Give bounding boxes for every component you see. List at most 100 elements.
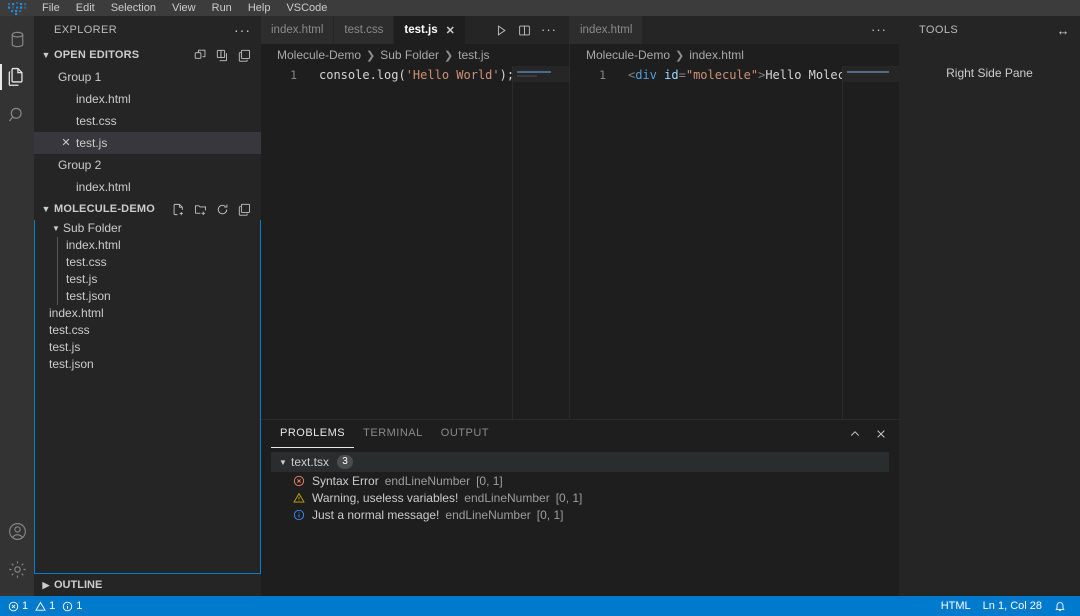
close-icon[interactable]: ✕ <box>58 132 74 154</box>
status-language-mode[interactable]: HTML <box>935 596 977 616</box>
status-bar: 1 1 1 HTML Ln 1, Col 28 <box>0 596 1080 616</box>
resize-pane-icon[interactable]: ↔ <box>1057 23 1070 38</box>
files-icon[interactable] <box>0 58 34 96</box>
tab-label: test.js <box>404 24 437 36</box>
minimap-slider[interactable] <box>843 66 899 82</box>
open-editors-group-2-label[interactable]: Group 2 <box>34 154 261 176</box>
menu-item-edit[interactable]: Edit <box>68 0 103 16</box>
menu-item-selection[interactable]: Selection <box>103 0 164 16</box>
code-text: console.log('Hello World'); <box>311 66 514 84</box>
breadcrumb-segment[interactable]: Sub Folder <box>380 48 439 62</box>
status-cursor-position[interactable]: Ln 1, Col 28 <box>977 596 1048 616</box>
folder-header[interactable]: ▼ MOLECULE-DEMO <box>34 198 261 220</box>
bell-icon[interactable] <box>1048 596 1072 616</box>
split-editor-icon[interactable] <box>216 49 229 62</box>
code-token: "molecule" <box>686 68 758 82</box>
minimap[interactable] <box>843 66 899 419</box>
editor-group-1-tabbar: index.html test.css test.js ✕ <box>261 16 569 44</box>
menu-item-view[interactable]: View <box>164 0 204 16</box>
editor-groups: index.html test.css test.js ✕ <box>261 16 899 419</box>
tree-item-test-json-root[interactable]: test.json <box>35 356 260 373</box>
minimap[interactable] <box>513 66 569 419</box>
tree-item-label: test.json <box>58 288 111 305</box>
sidebar: EXPLORER ··· ▼ OPEN EDITORS <box>34 16 261 596</box>
split-editor-icon[interactable] <box>518 24 531 37</box>
open-editor-test-js-g1[interactable]: ✕ test.js <box>34 132 261 154</box>
more-actions-icon[interactable]: ··· <box>541 25 559 35</box>
tab-index-html-g2[interactable]: index.html <box>570 16 643 44</box>
warning-icon <box>291 492 307 504</box>
collapse-all-icon[interactable] <box>238 203 251 216</box>
menu-item-run[interactable]: Run <box>204 0 240 16</box>
new-folder-icon[interactable] <box>194 203 207 216</box>
status-problems[interactable]: 1 1 1 <box>8 596 88 616</box>
run-icon[interactable] <box>495 24 508 37</box>
open-editors-group-1-label[interactable]: Group 1 <box>34 66 261 88</box>
problem-row-info[interactable]: Just a normal message! endLineNumber [0,… <box>261 506 899 523</box>
tab-terminal[interactable]: TERMINAL <box>354 420 432 448</box>
database-icon[interactable] <box>0 20 34 58</box>
editor-group-2: index.html ··· Molecule-Demo ❯ index.htm… <box>570 16 899 419</box>
refresh-icon[interactable] <box>216 203 229 216</box>
collapse-panel-icon[interactable] <box>849 428 861 440</box>
breadcrumb-segment[interactable]: Molecule-Demo <box>586 48 670 62</box>
problem-message: Just a normal message! <box>312 508 439 522</box>
tree-item-test-css-sub[interactable]: test.css <box>35 254 260 271</box>
tree-item-index-html-sub[interactable]: index.html <box>35 237 260 254</box>
code-editor-index-html[interactable]: 1 <div id="molecule">Hello Molecule</div… <box>570 66 899 419</box>
breadcrumb-segment[interactable]: Molecule-Demo <box>277 48 361 62</box>
more-actions-icon[interactable]: ··· <box>871 25 889 35</box>
account-icon[interactable] <box>0 512 34 550</box>
problem-message: Syntax Error <box>312 474 379 488</box>
molecule-logo <box>0 0 34 16</box>
open-editors-section: ▼ OPEN EDITORS <box>34 44 261 198</box>
menu-item-vscode[interactable]: VSCode <box>278 0 335 16</box>
minimap-line <box>517 75 537 77</box>
problem-message: Warning, useless variables! <box>312 491 458 505</box>
menu-item-file[interactable]: File <box>34 0 68 16</box>
editor-scroll-edge <box>512 66 513 419</box>
tab-label: index.html <box>271 24 323 36</box>
tab-index-html[interactable]: index.html <box>261 16 334 44</box>
open-editors-header[interactable]: ▼ OPEN EDITORS <box>34 44 261 66</box>
tab-test-css[interactable]: test.css <box>334 16 394 44</box>
editor-area: index.html test.css test.js ✕ <box>261 16 899 596</box>
open-editor-test-css-g1[interactable]: test.css <box>34 110 261 132</box>
save-all-icon[interactable] <box>238 49 251 62</box>
tree-item-label: Sub Folder <box>63 220 122 237</box>
tree-item-sub-folder[interactable]: ▼ Sub Folder <box>35 220 260 237</box>
tree-item-test-js-root[interactable]: test.js <box>35 339 260 356</box>
close-panel-icon[interactable] <box>875 428 887 440</box>
problems-file-name: text.tsx <box>291 455 329 469</box>
new-untitled-file-icon[interactable] <box>194 49 207 62</box>
tab-problems[interactable]: PROBLEMS <box>271 420 354 448</box>
new-file-icon[interactable] <box>172 203 185 216</box>
settings-gear-icon[interactable] <box>0 550 34 588</box>
tree-item-index-html-root[interactable]: index.html <box>35 305 260 322</box>
code-token: 'Hello World' <box>406 68 500 82</box>
tab-output[interactable]: OUTPUT <box>432 420 498 448</box>
status-bar-right: HTML Ln 1, Col 28 <box>935 596 1072 616</box>
problems-file-group[interactable]: ▼ text.tsx 3 <box>271 452 889 472</box>
code-editor-test-js[interactable]: 1 console.log('Hello World'); <box>261 66 569 419</box>
tree-item-test-css-root[interactable]: test.css <box>35 322 260 339</box>
problem-row-warning[interactable]: Warning, useless variables! endLineNumbe… <box>261 489 899 506</box>
tree-item-label: test.css <box>58 254 107 271</box>
menu-item-help[interactable]: Help <box>240 0 279 16</box>
outline-header[interactable]: ▶ OUTLINE <box>34 574 261 596</box>
search-icon[interactable] <box>0 96 34 134</box>
tab-test-js[interactable]: test.js ✕ <box>394 16 465 44</box>
close-icon[interactable]: ✕ <box>446 24 455 37</box>
tree-item-label: index.html <box>58 237 121 254</box>
breadcrumb-group-1: Molecule-Demo ❯ Sub Folder ❯ test.js <box>261 44 569 66</box>
tree-item-test-json-sub[interactable]: test.json <box>35 288 260 305</box>
open-editor-index-html-g1[interactable]: index.html <box>34 88 261 110</box>
minimap-slider[interactable] <box>513 66 569 82</box>
sidebar-more-actions-icon[interactable]: ··· <box>234 22 253 38</box>
breadcrumb-segment[interactable]: index.html <box>689 48 744 62</box>
breadcrumb-segment[interactable]: test.js <box>458 48 489 62</box>
open-editor-index-html-g2[interactable]: index.html <box>34 176 261 198</box>
tree-item-test-js-sub[interactable]: test.js <box>35 271 260 288</box>
problem-row-error[interactable]: Syntax Error endLineNumber [0, 1] <box>261 472 899 489</box>
status-warning-count: 1 <box>49 600 55 612</box>
